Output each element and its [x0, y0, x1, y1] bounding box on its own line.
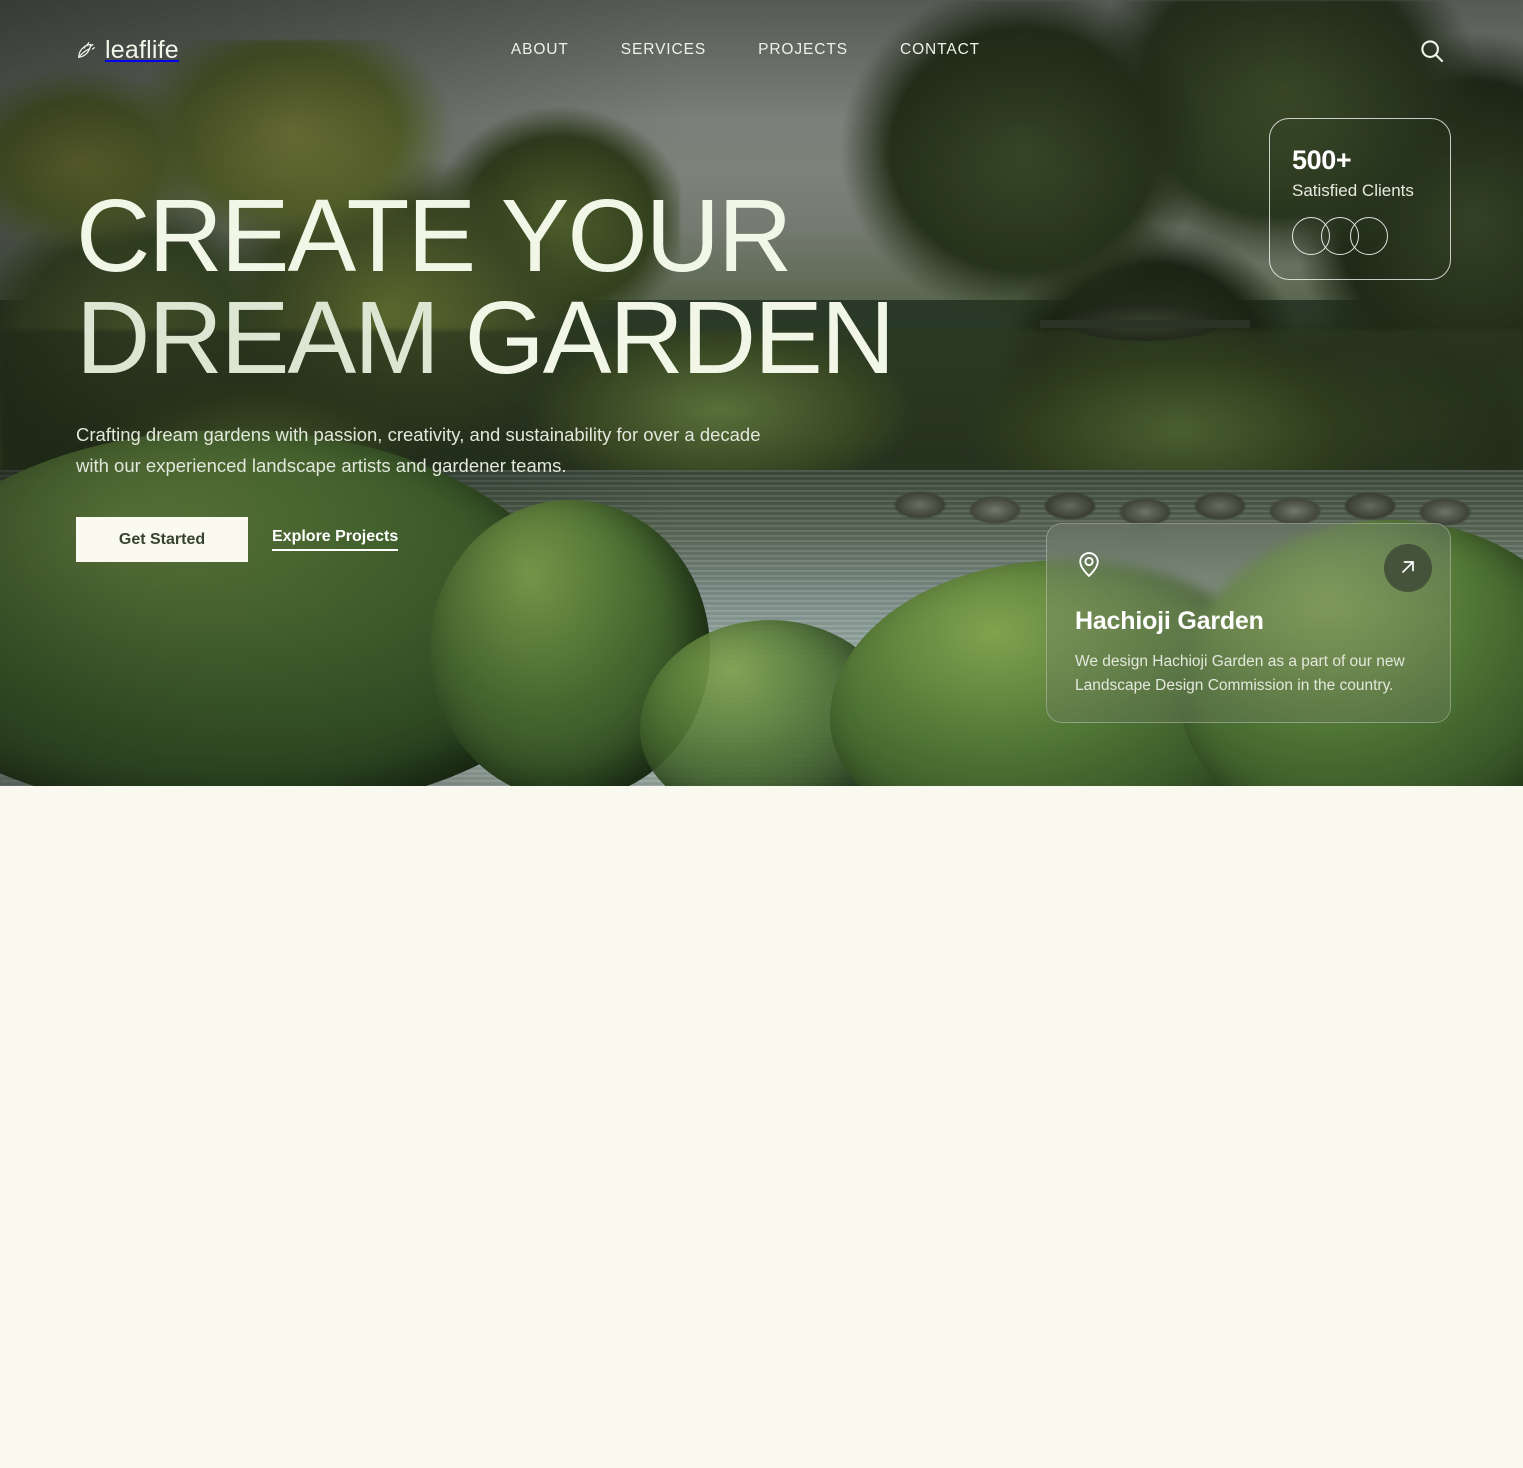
hero-title: CREATE YOUR DREAM GARDEN	[76, 184, 916, 389]
location-pin-icon	[1074, 549, 1104, 584]
client-count: 500+	[1292, 145, 1352, 175]
featured-project-card[interactable]: Hachioji Garden We design Hachioji Garde…	[1046, 523, 1451, 723]
client-count-label: Satisfied Clients	[1292, 181, 1414, 200]
satisfied-clients-card: 500+ Satisfied Clients	[1269, 118, 1451, 280]
search-icon[interactable]	[1417, 36, 1447, 66]
nav-item-projects[interactable]: PROJECTS	[758, 41, 848, 59]
nav-links: ABOUT SERVICES PROJECTS CONTACT	[511, 41, 980, 59]
avatar	[1350, 217, 1388, 255]
hero-title-word: CREATE	[76, 178, 476, 293]
hero-actions: Get Started Explore Projects	[76, 517, 916, 563]
hero-title-word: DREAM	[76, 279, 440, 395]
open-project-button[interactable]	[1384, 544, 1432, 592]
hero-title-line-1: CREATE YOUR	[76, 178, 793, 293]
project-title: Hachioji Garden	[1075, 607, 1264, 635]
project-description: We design Hachioji Garden as a part of o…	[1075, 653, 1405, 695]
nav-item-services[interactable]: SERVICES	[621, 41, 706, 59]
hero-subtitle: Crafting dream gardens with passion, cre…	[76, 423, 761, 477]
brand-logo[interactable]: leaflife	[76, 36, 179, 65]
hero-title-line-2: DREAM GARDEN	[76, 279, 896, 395]
values-section: [ VALUES ] Landscape Design 01 Indoor Ga…	[0, 786, 1523, 1468]
nav-item-about[interactable]: ABOUT	[511, 41, 569, 59]
hero-title-word: GARDEN	[464, 279, 896, 395]
hero-title-word: YOUR	[500, 178, 793, 293]
leaf-icon	[76, 39, 98, 61]
arrow-up-right-icon	[1396, 555, 1420, 582]
nav-item-contact[interactable]: CONTACT	[900, 41, 980, 59]
avatar-group	[1292, 217, 1450, 255]
brand-name: leaflife	[105, 35, 179, 64]
hero-section: leaflife ABOUT SERVICES PROJECTS CONTACT…	[0, 0, 1523, 786]
hero-content: CREATE YOUR DREAM GARDEN Crafting dream …	[76, 184, 916, 563]
main-navigation: leaflife ABOUT SERVICES PROJECTS CONTACT	[0, 0, 1523, 100]
get-started-button[interactable]: Get Started	[76, 517, 248, 563]
explore-projects-link[interactable]: Explore Projects	[272, 528, 399, 552]
